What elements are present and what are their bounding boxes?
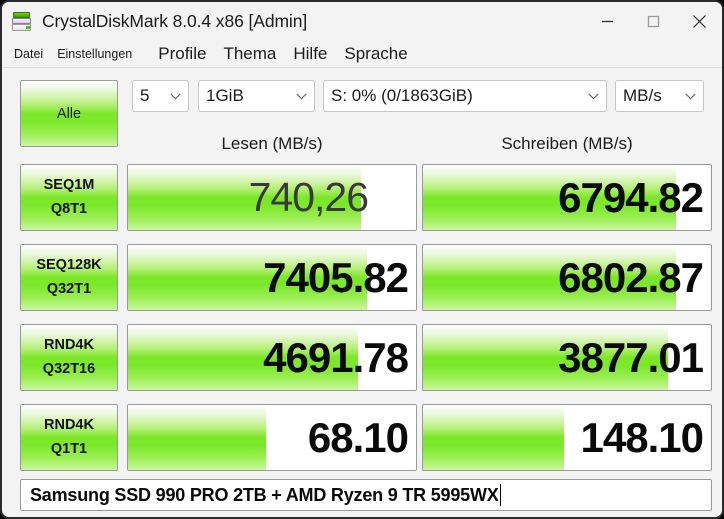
window-title: CrystalDiskMark 8.0.4 x86 [Admin]	[42, 11, 308, 31]
read-value: 68.10	[307, 413, 409, 461]
test-name-line2: Q1T1	[50, 441, 88, 457]
write-result-cell[interactable]: 6802.87	[422, 244, 712, 311]
menu-item-datei[interactable]: Datei	[14, 47, 43, 61]
menu-item-einstellungen[interactable]: Einstellungen	[57, 47, 132, 61]
test-name-line2: Q8T1	[50, 201, 88, 217]
run-all-button[interactable]: Alle	[20, 80, 118, 147]
read-result-cell[interactable]: 740,26	[127, 164, 417, 231]
table-row: SEQ1M Q8T1 740,26 6794.82	[2, 158, 722, 238]
read-value: 7405.82	[263, 253, 409, 301]
test-count-select[interactable]: 5	[132, 80, 189, 112]
test-count-value: 5	[140, 86, 150, 105]
write-value: 3877.01	[558, 333, 704, 381]
write-bar-fill	[423, 405, 565, 470]
read-result-cell[interactable]: 68.10	[127, 404, 417, 471]
maximize-icon[interactable]	[630, 2, 676, 41]
toolbar: Alle 5 1GiB S: 0% (0/1863GiB) MB/s	[2, 68, 722, 147]
unit-value: MB/s	[623, 86, 662, 105]
read-value: 4691.78	[263, 333, 409, 381]
menu-item-sprache[interactable]: Sprache	[344, 44, 407, 64]
chevron-down-icon	[164, 93, 181, 100]
chevron-down-icon	[582, 93, 599, 100]
write-value: 148.10	[580, 413, 704, 461]
test-name-button[interactable]: RND4K Q1T1	[20, 404, 118, 471]
drive-select[interactable]: S: 0% (0/1863GiB)	[323, 80, 607, 112]
test-name-line1: SEQ1M	[43, 176, 95, 193]
drive-value: S: 0% (0/1863GiB)	[331, 86, 473, 105]
chevron-down-icon	[290, 93, 307, 100]
test-name-button[interactable]: SEQ1M Q8T1	[20, 164, 118, 231]
table-row: RND4K Q32T16 4691.78 3877.01	[2, 318, 722, 398]
write-value: 6802.87	[558, 253, 704, 301]
test-name-button[interactable]: SEQ128K Q32T1	[20, 244, 118, 311]
test-name-line2: Q32T1	[46, 281, 92, 297]
crystaldiskmark-icon	[11, 11, 33, 33]
write-result-cell[interactable]: 3877.01	[422, 324, 712, 391]
read-value: 740,26	[248, 174, 369, 220]
read-bar-fill	[128, 405, 267, 470]
test-size-select[interactable]: 1GiB	[198, 80, 315, 112]
write-value: 6794.82	[558, 173, 704, 221]
table-row: RND4K Q1T1 68.10 148.10	[2, 398, 722, 478]
comment-text: Samsung SSD 990 PRO 2TB + AMD Ryzen 9 TR…	[30, 484, 499, 505]
menu-item-hilfe[interactable]: Hilfe	[293, 44, 327, 64]
write-column-header: Schreiben (MB/s)	[501, 134, 633, 153]
results-grid: SEQ1M Q8T1 740,26 6794.82 SEQ128K Q32T1 …	[2, 158, 722, 478]
minimize-icon[interactable]	[584, 2, 630, 41]
menu-item-profile[interactable]: Profile	[158, 44, 206, 64]
title-bar: CrystalDiskMark 8.0.4 x86 [Admin]	[2, 2, 722, 41]
close-icon[interactable]	[676, 2, 722, 41]
test-name-button[interactable]: RND4K Q32T16	[20, 324, 118, 391]
window-controls	[584, 2, 722, 41]
test-name-line1: RND4K	[44, 416, 94, 433]
run-all-label: Alle	[56, 105, 82, 122]
unit-select[interactable]: MB/s	[615, 80, 704, 112]
write-result-cell[interactable]: 6794.82	[422, 164, 712, 231]
test-name-line1: RND4K	[44, 336, 94, 353]
menu-bar: Datei Einstellungen Profile Thema Hilfe …	[2, 41, 722, 67]
test-name-line2: Q32T16	[42, 361, 96, 377]
comment-input[interactable]: Samsung SSD 990 PRO 2TB + AMD Ryzen 9 TR…	[20, 479, 712, 511]
menu-item-thema[interactable]: Thema	[223, 44, 276, 64]
write-result-cell[interactable]: 148.10	[422, 404, 712, 471]
read-column-header: Lesen (MB/s)	[221, 134, 323, 153]
table-row: SEQ128K Q32T1 7405.82 6802.87	[2, 238, 722, 318]
read-result-cell[interactable]: 7405.82	[127, 244, 417, 311]
test-size-value: 1GiB	[206, 86, 244, 105]
chevron-down-icon	[679, 93, 696, 100]
text-caret	[499, 484, 502, 506]
test-name-line1: SEQ128K	[36, 256, 102, 273]
crystaldiskmark-window: CrystalDiskMark 8.0.4 x86 [Admin] Datei …	[0, 0, 724, 519]
read-result-cell[interactable]: 4691.78	[127, 324, 417, 391]
